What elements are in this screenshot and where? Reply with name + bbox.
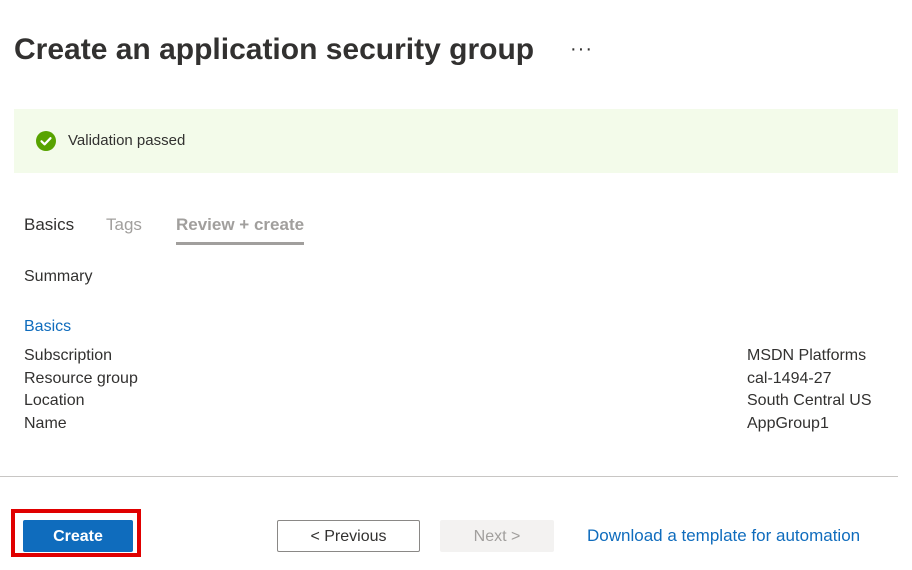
download-template-link[interactable]: Download a template for automation xyxy=(587,526,860,546)
tab-review-create[interactable]: Review + create xyxy=(176,215,305,245)
summary-heading: Summary xyxy=(24,268,93,285)
summary-value: AppGroup1 xyxy=(747,415,829,433)
check-circle-icon xyxy=(36,131,56,151)
previous-button[interactable]: < Previous xyxy=(277,520,420,552)
summary-value: cal-1494-27 xyxy=(747,369,832,387)
summary-label: Name xyxy=(24,415,67,433)
validation-status-text: Validation passed xyxy=(68,132,186,149)
page-title: Create an application security group xyxy=(14,33,535,66)
summary-label: Location xyxy=(24,392,85,410)
summary-list: Subscription MSDN Platforms Resource gro… xyxy=(24,347,884,438)
more-options-icon[interactable]: ··· xyxy=(570,38,593,61)
summary-row-subscription: Subscription MSDN Platforms xyxy=(24,347,884,370)
tab-tags[interactable]: Tags xyxy=(106,215,142,242)
footer-divider xyxy=(0,476,898,477)
summary-label: Resource group xyxy=(24,369,138,387)
next-button[interactable]: Next > xyxy=(440,520,554,552)
tab-basics[interactable]: Basics xyxy=(24,215,74,242)
summary-value: MSDN Platforms xyxy=(747,347,867,364)
basics-section-heading: Basics xyxy=(24,318,72,335)
summary-row-resource-group: Resource group cal-1494-27 xyxy=(24,370,884,393)
validation-banner: Validation passed xyxy=(14,109,898,173)
create-button[interactable]: Create xyxy=(23,520,133,552)
summary-value: South Central US xyxy=(747,392,872,410)
summary-label: Subscription xyxy=(24,347,113,364)
summary-row-name: Name AppGroup1 xyxy=(24,415,884,438)
summary-row-location: Location South Central US xyxy=(24,392,884,415)
